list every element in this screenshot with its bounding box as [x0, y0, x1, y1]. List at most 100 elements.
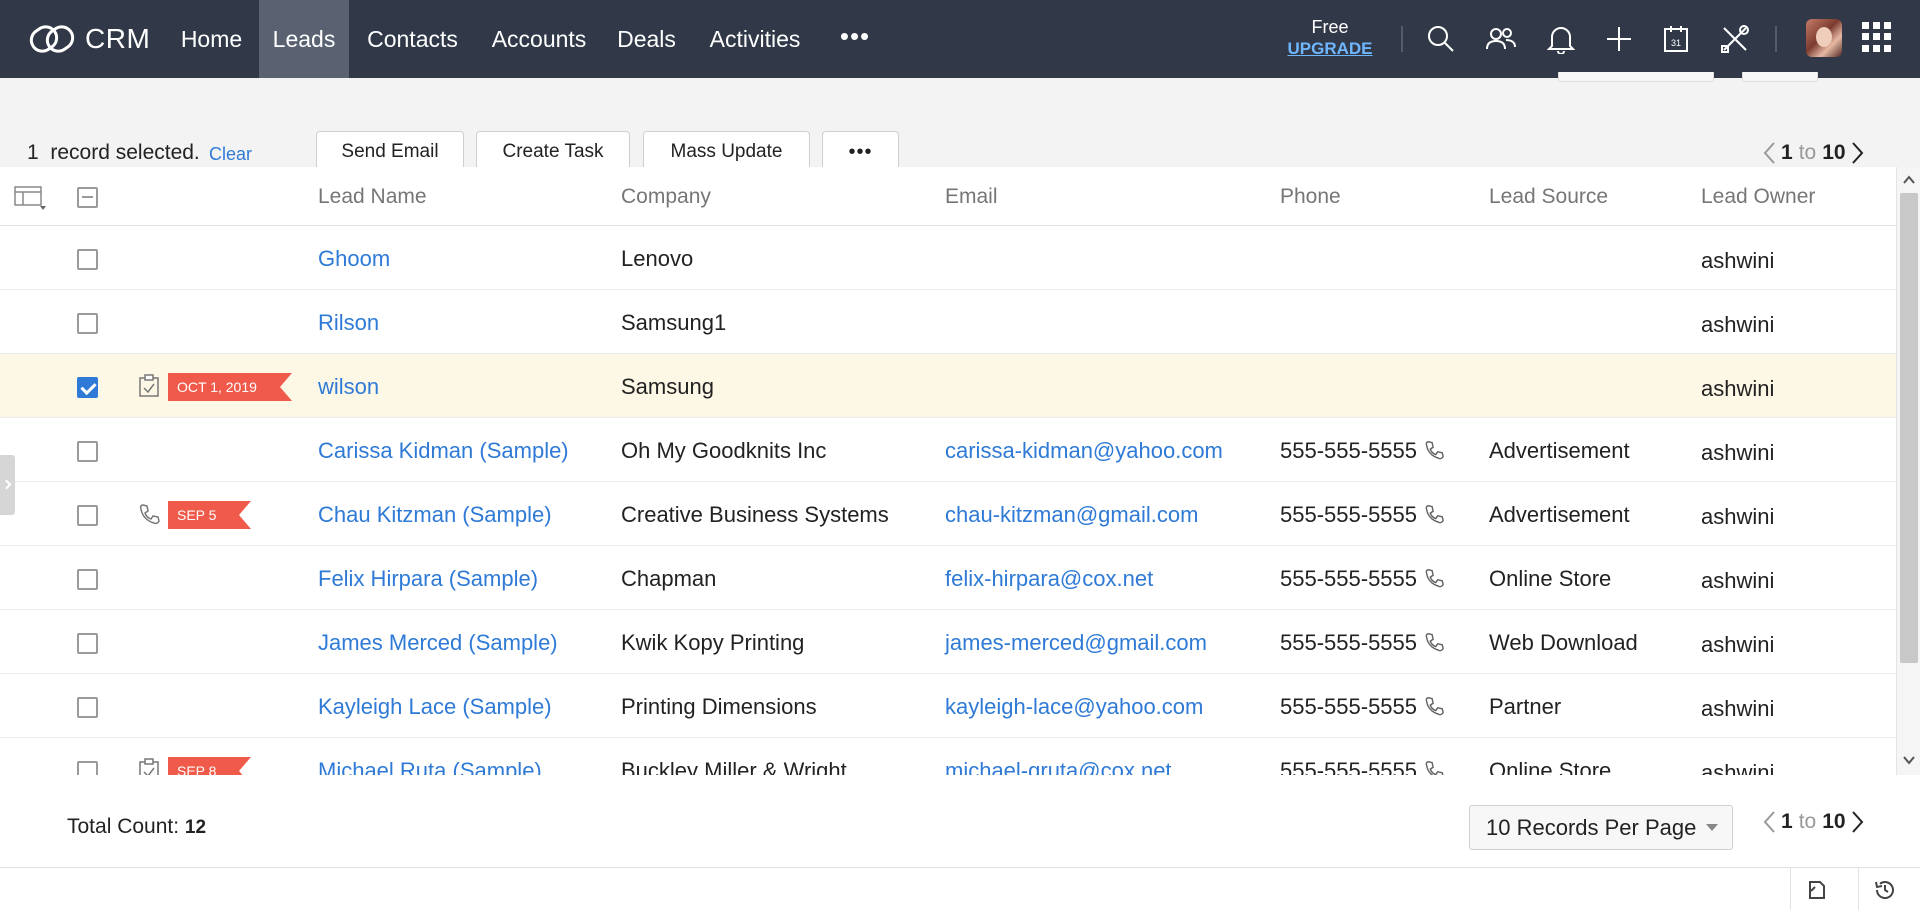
- notes-icon[interactable]: [1790, 868, 1842, 910]
- hidden-control: [1558, 72, 1714, 82]
- next-page-icon[interactable]: [1846, 140, 1868, 166]
- next-page-icon[interactable]: [1846, 809, 1868, 835]
- bell-icon[interactable]: [1544, 22, 1578, 56]
- row-checkbox[interactable]: [77, 569, 98, 590]
- table-row[interactable]: OCT 1, 2019 wilson Samsung ashwini: [0, 354, 1896, 418]
- lead-owner-cell: ashwini: [1701, 248, 1775, 273]
- table-row[interactable]: SEP 8 Michael Ruta (Sample) Buckley Miller…: [0, 738, 1896, 775]
- phone-icon[interactable]: [1423, 631, 1445, 659]
- column-header-lead-source[interactable]: Lead Source: [1489, 185, 1608, 209]
- phone-icon[interactable]: [1423, 759, 1445, 775]
- leads-table: Lead Name Company Email Phone Lead Sourc…: [0, 167, 1896, 775]
- nav-divider: [1775, 26, 1777, 52]
- row-checkbox[interactable]: [77, 313, 98, 334]
- task-icon[interactable]: [137, 758, 161, 775]
- column-header-email[interactable]: Email: [945, 185, 998, 209]
- email-link[interactable]: chau-kitzman@gmail.com: [945, 502, 1198, 528]
- lead-name-link[interactable]: Ghoom: [318, 246, 390, 272]
- tab-contacts[interactable]: Contacts: [349, 0, 476, 78]
- more-actions-button[interactable]: •••: [822, 131, 899, 169]
- table-row[interactable]: James Merced (Sample) Kwik Kopy Printing j…: [0, 610, 1896, 674]
- column-header-phone[interactable]: Phone: [1280, 185, 1341, 209]
- send-email-button[interactable]: Send Email: [316, 131, 464, 169]
- lead-name-link[interactable]: Carissa Kidman (Sample): [318, 438, 569, 464]
- crm-logo[interactable]: CRM: [29, 18, 150, 60]
- contacts-icon[interactable]: [1484, 22, 1518, 56]
- create-task-button[interactable]: Create Task: [476, 131, 630, 169]
- tab-accounts[interactable]: Accounts: [476, 0, 602, 78]
- lead-owner-cell: ashwini: [1701, 760, 1775, 775]
- phone-cell: 555-555-5555: [1280, 694, 1445, 723]
- plan-name: Free: [1311, 17, 1349, 37]
- phone-icon[interactable]: [1423, 439, 1445, 467]
- row-checkbox[interactable]: [77, 249, 98, 270]
- lead-name-link[interactable]: wilson: [318, 374, 379, 400]
- lead-name-link[interactable]: James Merced (Sample): [318, 630, 558, 656]
- email-link[interactable]: felix-hirpara@cox.net: [945, 566, 1153, 592]
- email-link[interactable]: kayleigh-lace@yahoo.com: [945, 694, 1203, 720]
- due-date-flag: OCT 1, 2019: [168, 373, 292, 401]
- row-checkbox[interactable]: [77, 505, 98, 526]
- column-header-lead-owner[interactable]: Lead Owner: [1701, 185, 1815, 209]
- email-link[interactable]: carissa-kidman@yahoo.com: [945, 438, 1223, 464]
- table-row[interactable]: Carissa Kidman (Sample) Oh My Goodknits I…: [0, 418, 1896, 482]
- records-per-page-value: 10 Records Per Page: [1486, 815, 1697, 840]
- tab-home[interactable]: Home: [164, 0, 259, 78]
- scroll-thumb[interactable]: [1900, 193, 1918, 663]
- column-header-company[interactable]: Company: [621, 185, 711, 209]
- search-icon[interactable]: [1424, 22, 1458, 56]
- tab-activities[interactable]: Activities: [691, 0, 819, 78]
- tools-icon[interactable]: [1718, 22, 1752, 56]
- lead-name-link[interactable]: Chau Kitzman (Sample): [318, 502, 552, 528]
- avatar[interactable]: [1806, 19, 1842, 57]
- phone-icon[interactable]: [1423, 695, 1445, 723]
- lead-owner-cell: ashwini: [1701, 376, 1775, 401]
- phone-icon[interactable]: [1423, 503, 1445, 531]
- email-link[interactable]: michael-gruta@cox.net: [945, 758, 1172, 775]
- table-row[interactable]: Rilson Samsung1 ashwini: [0, 290, 1896, 354]
- page-to: 10: [1822, 810, 1846, 833]
- row-checkbox[interactable]: [77, 761, 98, 775]
- table-row[interactable]: Kayleigh Lace (Sample) Printing Dimension…: [0, 674, 1896, 738]
- clear-selection-link[interactable]: Clear: [209, 144, 252, 165]
- task-icon[interactable]: [137, 374, 161, 398]
- row-checkbox[interactable]: [77, 697, 98, 718]
- plus-icon[interactable]: [1602, 22, 1636, 56]
- history-icon[interactable]: [1858, 868, 1910, 910]
- prev-page-icon[interactable]: [1759, 140, 1781, 166]
- records-per-page-select[interactable]: 10 Records Per Page: [1469, 805, 1733, 850]
- crm-logo-icon: [29, 25, 75, 53]
- table-scrollbar[interactable]: [1896, 167, 1920, 775]
- phone-icon[interactable]: [1423, 567, 1445, 595]
- apps-grid-icon[interactable]: [1862, 22, 1892, 52]
- select-all-checkbox[interactable]: [77, 187, 98, 208]
- email-link[interactable]: james-merced@gmail.com: [945, 630, 1207, 656]
- top-nav: CRM Home Leads Contacts Accounts Deals Activi…: [0, 0, 1920, 78]
- phone-number: 555-555-5555: [1280, 694, 1418, 719]
- scroll-up-icon[interactable]: [1902, 173, 1916, 187]
- prev-page-icon[interactable]: [1759, 809, 1781, 835]
- tab-leads[interactable]: Leads: [259, 0, 349, 78]
- company-cell: Kwik Kopy Printing: [621, 630, 805, 655]
- lead-name-link[interactable]: Kayleigh Lace (Sample): [318, 694, 552, 720]
- row-checkbox[interactable]: [77, 633, 98, 654]
- table-row[interactable]: SEP 5 Chau Kitzman (Sample) Creative Busin…: [0, 482, 1896, 546]
- row-checkbox[interactable]: [77, 441, 98, 462]
- call-icon[interactable]: [137, 502, 161, 526]
- lead-name-link[interactable]: Michael Ruta (Sample): [318, 758, 542, 775]
- calendar-icon[interactable]: 31: [1659, 22, 1693, 56]
- row-checkbox[interactable]: [77, 377, 98, 398]
- table-row[interactable]: Ghoom Lenovo ashwini: [0, 226, 1896, 290]
- upgrade-link[interactable]: UPGRADE: [1282, 38, 1378, 60]
- table-footer: Total Count: 12 10 Records Per Page 1 to…: [0, 775, 1920, 867]
- nav-more-button[interactable]: •••: [838, 0, 872, 78]
- table-row[interactable]: Felix Hirpara (Sample) Chapman felix-hirpa…: [0, 546, 1896, 610]
- lead-name-link[interactable]: Felix Hirpara (Sample): [318, 566, 538, 592]
- column-settings-icon[interactable]: [14, 185, 46, 211]
- mass-update-button[interactable]: Mass Update: [643, 131, 810, 169]
- column-header-lead-name[interactable]: Lead Name: [318, 185, 427, 209]
- scroll-down-icon[interactable]: [1902, 753, 1916, 767]
- tab-deals[interactable]: Deals: [602, 0, 691, 78]
- lead-name-link[interactable]: Rilson: [318, 310, 379, 336]
- side-panel-toggle[interactable]: [0, 455, 15, 515]
